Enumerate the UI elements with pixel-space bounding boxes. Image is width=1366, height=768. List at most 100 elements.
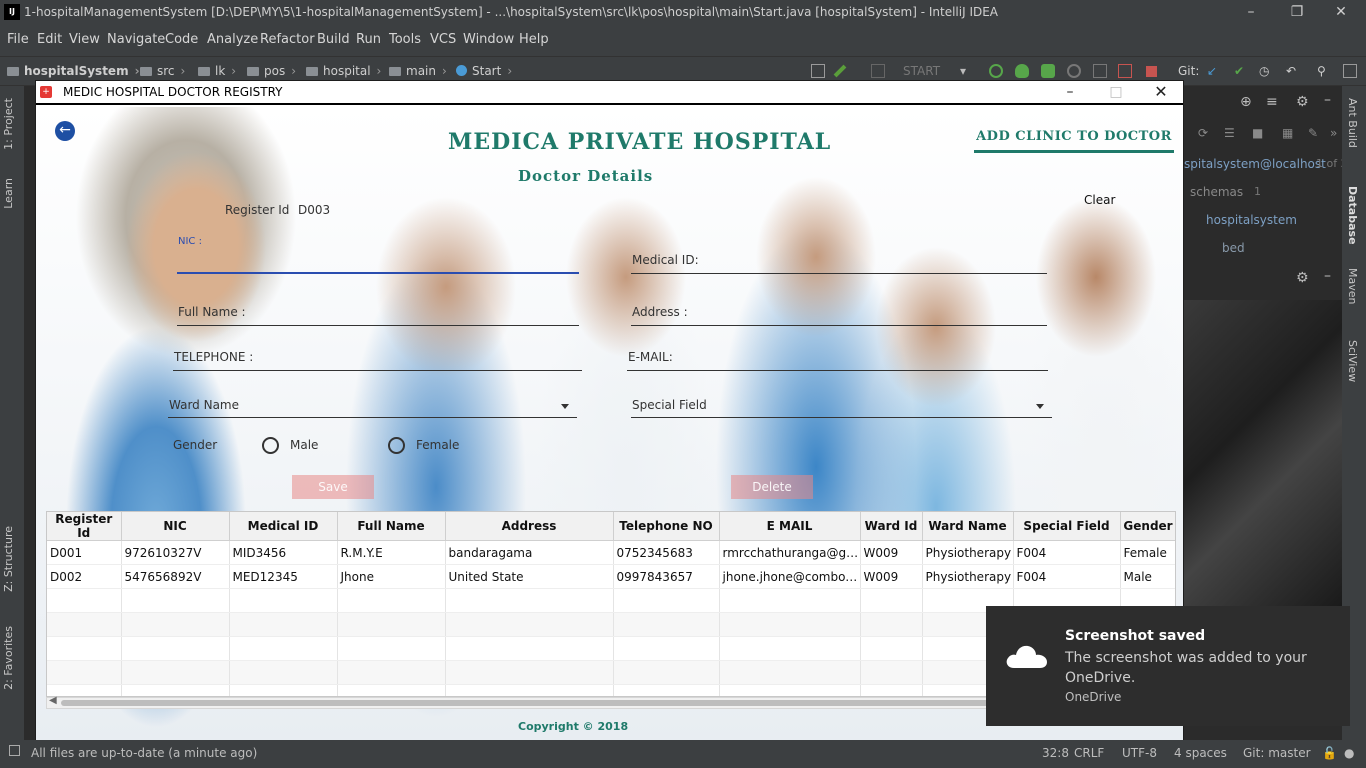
breadcrumb-lk[interactable]: lk › <box>198 64 236 78</box>
column-header[interactable]: Telephone NO <box>613 512 720 541</box>
refresh-icon[interactable]: ⟳ <box>1198 126 1208 140</box>
more-icon[interactable]: » <box>1330 126 1337 140</box>
column-header[interactable]: NIC <box>121 512 230 541</box>
chevron-down-icon[interactable]: ▾ <box>960 64 966 78</box>
debug-icon[interactable] <box>1015 64 1029 78</box>
onedrive-toast[interactable]: Screenshot saved The screenshot was adde… <box>986 606 1350 726</box>
hide-icon[interactable]: – <box>1324 268 1331 284</box>
revert-icon[interactable]: ↶ <box>1286 64 1296 78</box>
tab-ant-build[interactable]: Ant Build <box>1346 98 1359 148</box>
tab-sciview[interactable]: SciView <box>1346 340 1359 382</box>
column-header[interactable]: Full Name <box>337 512 446 541</box>
menu-window[interactable]: Window <box>463 24 514 56</box>
tool-windows-icon[interactable] <box>9 745 20 756</box>
menu-analyze[interactable]: Analyze <box>207 24 258 56</box>
run-config-select[interactable]: START <box>903 64 940 78</box>
table-row[interactable]: D001 972610327V MID3456 R.M.Y.E bandarag… <box>47 540 1175 565</box>
coverage-icon[interactable] <box>1041 64 1055 78</box>
hide-icon[interactable]: – <box>1324 92 1331 108</box>
lock-icon[interactable]: 🔓 <box>1322 742 1337 764</box>
db-table-bed[interactable]: bed <box>1222 241 1245 255</box>
telephone-field[interactable] <box>173 370 582 371</box>
git-update-icon[interactable]: ↙ <box>1207 64 1217 78</box>
table-row[interactable]: D002 547656892V MED12345 Jhone United St… <box>47 564 1175 589</box>
breadcrumb-main[interactable]: main › <box>389 64 447 78</box>
event-log-icon[interactable]: ● <box>1344 742 1354 764</box>
menu-navigate[interactable]: Navigate <box>107 24 165 56</box>
file-encoding[interactable]: UTF-8 <box>1122 742 1157 764</box>
ward-name-select[interactable] <box>168 417 577 418</box>
tab-maven[interactable]: Maven <box>1346 268 1359 304</box>
male-radio[interactable] <box>262 437 279 454</box>
terminal-icon[interactable] <box>811 64 825 78</box>
menu-build[interactable]: Build <box>317 24 350 56</box>
column-header[interactable]: Ward Name <box>922 512 1014 541</box>
minimize-icon[interactable]: – <box>1228 0 1274 24</box>
menu-vcs[interactable]: VCS <box>430 24 456 56</box>
breadcrumb-pos[interactable]: pos › <box>247 64 296 78</box>
db-connection[interactable]: spitalsystem@localhost <box>1184 157 1326 171</box>
settings-panel-icon[interactable] <box>1343 64 1357 78</box>
email-field[interactable] <box>627 370 1048 371</box>
restore-icon[interactable]: ❐ <box>1274 0 1320 24</box>
tab-project[interactable]: 1: Project <box>2 98 15 150</box>
female-radio[interactable] <box>388 437 405 454</box>
special-field-select[interactable] <box>631 417 1052 418</box>
delete-button[interactable]: Delete <box>731 475 813 499</box>
back-arrow-icon[interactable]: ← <box>55 121 75 141</box>
column-header[interactable]: Medical ID <box>229 512 338 541</box>
git-branch[interactable]: Git: master <box>1243 742 1311 764</box>
scroll-left-icon[interactable]: ◀ <box>49 695 57 706</box>
save-button[interactable]: Save <box>292 475 374 499</box>
nic-field[interactable] <box>177 272 579 274</box>
address-field[interactable] <box>631 325 1047 326</box>
line-separator[interactable]: CRLF <box>1074 742 1104 764</box>
tab-structure[interactable]: Z: Structure <box>2 526 15 592</box>
table-icon[interactable]: ▦ <box>1282 126 1293 140</box>
menu-tools[interactable]: Tools <box>389 24 421 56</box>
db-schema-hospitalsystem[interactable]: hospitalsystem <box>1206 213 1297 227</box>
tab-database[interactable]: Database <box>1346 186 1359 245</box>
add-clinic-button[interactable]: ADD CLINIC TO DOCTOR <box>974 127 1174 153</box>
column-header[interactable]: Address <box>445 512 614 541</box>
column-header[interactable]: Gender <box>1120 512 1175 541</box>
breadcrumb-src[interactable]: src › <box>140 64 185 78</box>
attach-icon[interactable] <box>1093 64 1107 78</box>
app-close-icon[interactable]: ✕ <box>1138 81 1183 105</box>
full-name-field[interactable] <box>177 325 579 326</box>
git-commit-icon[interactable]: ✔ <box>1234 64 1244 78</box>
menu-run[interactable]: Run <box>356 24 381 56</box>
clear-button[interactable]: Clear <box>1084 193 1115 207</box>
menu-help[interactable]: Help <box>519 24 549 56</box>
column-header[interactable]: E MAIL <box>719 512 861 541</box>
app-maximize-icon[interactable]: □ <box>1093 81 1139 105</box>
search-icon[interactable]: ⚲ <box>1317 64 1326 78</box>
menu-edit[interactable]: Edit <box>37 24 62 56</box>
rerun-icon[interactable] <box>989 64 1003 78</box>
stop-icon[interactable] <box>1146 66 1157 77</box>
menu-view[interactable]: View <box>69 24 100 56</box>
target-icon[interactable]: ⊕ <box>1240 94 1252 110</box>
menu-code[interactable]: Code <box>165 24 198 56</box>
build-hammer-icon[interactable] <box>833 64 847 78</box>
edit-icon[interactable]: ✎ <box>1308 126 1318 140</box>
ward-dropdown-arrow-icon[interactable] <box>561 404 569 409</box>
collapse-icon[interactable]: ≡ <box>1266 94 1278 110</box>
scrollbar-thumb[interactable] <box>61 700 1061 706</box>
app-minimize-icon[interactable]: – <box>1047 81 1093 105</box>
medical-id-field[interactable] <box>631 273 1047 274</box>
column-header[interactable]: Register Id <box>47 512 122 541</box>
breadcrumb-hospital[interactable]: hospital › <box>306 64 381 78</box>
tab-favorites[interactable]: 2: Favorites <box>2 626 15 690</box>
gear-icon[interactable]: ⚙ <box>1296 94 1309 110</box>
gear-icon[interactable]: ⚙ <box>1296 270 1309 286</box>
caret-position[interactable]: 32:8 <box>1042 742 1069 764</box>
stop-square-icon[interactable]: ■ <box>1252 126 1263 140</box>
column-header[interactable]: Ward Id <box>860 512 923 541</box>
breadcrumb-start[interactable]: Start › <box>456 64 512 78</box>
properties-icon[interactable]: ☰ <box>1224 126 1235 140</box>
db-schemas[interactable]: schemas <box>1190 185 1243 199</box>
menu-refactor[interactable]: Refactor <box>260 24 315 56</box>
profile-icon[interactable] <box>1067 64 1081 78</box>
tab-learn[interactable]: Learn <box>2 178 15 209</box>
